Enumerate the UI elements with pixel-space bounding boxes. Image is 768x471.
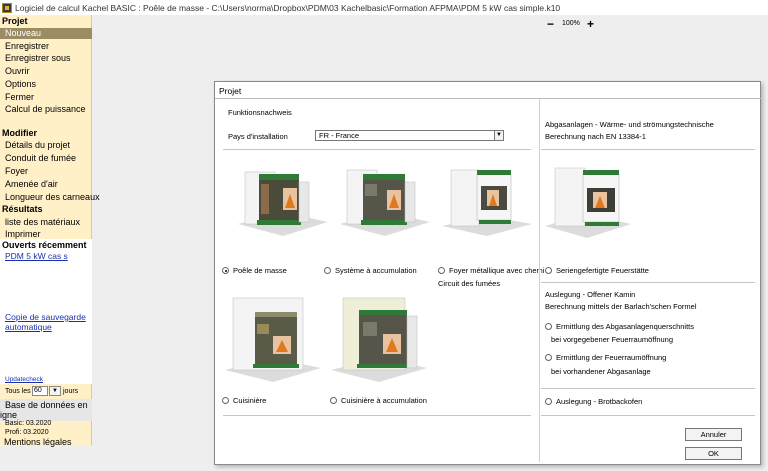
jours-label: jours (63, 388, 79, 395)
menu-longueur-carneaux[interactable]: Longueur des carneaux (5, 192, 100, 202)
menu-liste-materiaux[interactable]: liste des matériaux (5, 217, 80, 227)
left-separator-top (223, 149, 531, 150)
menu-amenee-air[interactable]: Amenée d'air (5, 179, 58, 189)
column-separator (539, 99, 540, 462)
title-bar: Logiciel de calcul Kachel BASIC : Poêle … (0, 0, 768, 15)
radio-poele-masse[interactable] (222, 267, 229, 274)
radio-ermittlung-feuerraum[interactable] (545, 354, 552, 361)
section-recent: Ouverts récemment (2, 240, 87, 250)
profi-version: Profi: 03.2020 (5, 429, 49, 436)
radio-foyer-metallique[interactable] (438, 267, 445, 274)
tous-les-label: Tous les (5, 388, 31, 395)
radio-seriengefertigte[interactable] (545, 267, 552, 274)
radio-systeme-accumulation[interactable] (324, 267, 331, 274)
dialog-title: Projet (219, 86, 242, 96)
app-icon (2, 2, 12, 13)
left-separator-bottom (223, 415, 531, 416)
zoom-out-button[interactable]: − (547, 17, 554, 31)
section-resultats: Résultats (2, 204, 43, 214)
ok-button[interactable]: OK (685, 447, 742, 460)
chevron-down-icon[interactable]: ▼ (494, 131, 503, 140)
funktionsnachweis-label: Funktionsnachweis (228, 108, 292, 117)
days-input[interactable]: 60 (32, 386, 48, 396)
ermittlung2-label: Ermittlung der Feuerraumöffnung (556, 353, 667, 362)
foyer-metallique-illustration (442, 169, 532, 236)
right-separator-1 (541, 149, 755, 150)
database-link[interactable]: Base de données en (5, 400, 88, 410)
section-projet: Projet (2, 16, 28, 26)
cancel-button[interactable]: Annuler (685, 428, 742, 441)
radio-cuisiniere-accumulation[interactable] (330, 397, 337, 404)
sidebar: Projet Nouveau Enregistrer Enregistrer s… (0, 15, 100, 447)
poele-masse-illustration (238, 171, 328, 236)
poele-masse-label: Poêle de masse (233, 266, 287, 275)
foyer-metallique-label: Foyer métallique avec chemi (449, 266, 545, 275)
brotbackofen-label: Auslegung - Brotbackofen (556, 397, 643, 406)
abgas-subtitle: Berechnung nach EN 13384-1 (545, 132, 646, 141)
backup-link[interactable]: Copie de sauvegarde (5, 312, 86, 322)
ermittlung2-sublabel: bei vorhandener Abgasanlage (551, 367, 651, 376)
menu-enregistrer-sous[interactable]: Enregistrer sous (5, 53, 71, 63)
ermittlung1-sublabel: bei vorgegebener Feuerraumöffnung (551, 335, 674, 344)
basic-version: Basic: 03.2020 (5, 420, 52, 427)
recent-file-link[interactable]: PDM 5 kW cas s (5, 251, 68, 261)
ermittlung1-label: Ermittlung des Abgasanlagenquerschnitts (556, 322, 695, 331)
menu-enregistrer[interactable]: Enregistrer (5, 41, 49, 51)
menu-details-projet[interactable]: Détails du projet (5, 140, 70, 150)
menu-calcul-puissance[interactable]: Calcul de puissance (5, 104, 86, 114)
cuisiniere-illustration (225, 297, 321, 382)
right-separator-2 (541, 282, 755, 283)
window-title: Logiciel de calcul Kachel BASIC : Poêle … (15, 2, 561, 13)
abgas-title: Abgasanlagen - Wärme- und strömungstechn… (545, 120, 714, 129)
cuisiniere-accumulation-illustration (331, 297, 427, 382)
menu-fermer[interactable]: Fermer (5, 92, 34, 102)
projet-dialog: Projet Funktionsnachweis Pays d'installa… (214, 81, 762, 465)
updatecheck-link[interactable]: Updatecheck (5, 376, 43, 383)
chevron-down-icon: ▼ (52, 388, 58, 394)
seriengefertigte-illustration (545, 167, 631, 238)
circuit-fumees-label: Circuit des fumées (438, 279, 501, 288)
menu-foyer[interactable]: Foyer (5, 166, 28, 176)
auslegung-kamin-label: Auslegung - Offener Kamin (545, 290, 636, 299)
cuisiniere-label: Cuisinière (233, 396, 267, 405)
radio-ermittlung-querschnitt[interactable] (545, 323, 552, 330)
section-modifier: Modifier (2, 128, 37, 138)
country-select[interactable]: FR - France ▼ (315, 130, 504, 141)
mentions-legales-link[interactable]: Mentions légales (4, 437, 72, 447)
systeme-accumulation-illustration (340, 169, 430, 236)
menu-ouvrir[interactable]: Ouvrir (5, 66, 30, 76)
right-separator-3 (541, 388, 755, 389)
right-separator-4 (541, 415, 755, 416)
database-link-line2[interactable]: igne (0, 410, 17, 420)
menu-conduit-fumee[interactable]: Conduit de fumée (5, 153, 76, 163)
country-value: FR - France (319, 131, 360, 140)
menu-imprimer[interactable]: Imprimer (5, 229, 41, 239)
seriengefertigte-label: Seriengefertigte Feuerstätte (556, 266, 649, 275)
zoom-level: 100% (562, 20, 580, 27)
barlach-label: Berechnung mittels der Barlach'schen For… (545, 302, 697, 311)
menu-options[interactable]: Options (5, 79, 36, 89)
zoom-in-button[interactable]: + (587, 17, 594, 31)
title-separator (215, 98, 762, 99)
backup-link-line2[interactable]: automatique (5, 322, 52, 332)
radio-cuisiniere[interactable] (222, 397, 229, 404)
days-dropdown[interactable]: ▼ (49, 386, 61, 396)
radio-brotbackofen[interactable] (545, 398, 552, 405)
systeme-accumulation-label: Système à accumulation (335, 266, 417, 275)
cuisiniere-accumulation-label: Cuisinière à accumulation (341, 396, 427, 405)
country-label: Pays d'installation (228, 132, 288, 141)
menu-nouveau[interactable]: Nouveau (0, 28, 92, 39)
